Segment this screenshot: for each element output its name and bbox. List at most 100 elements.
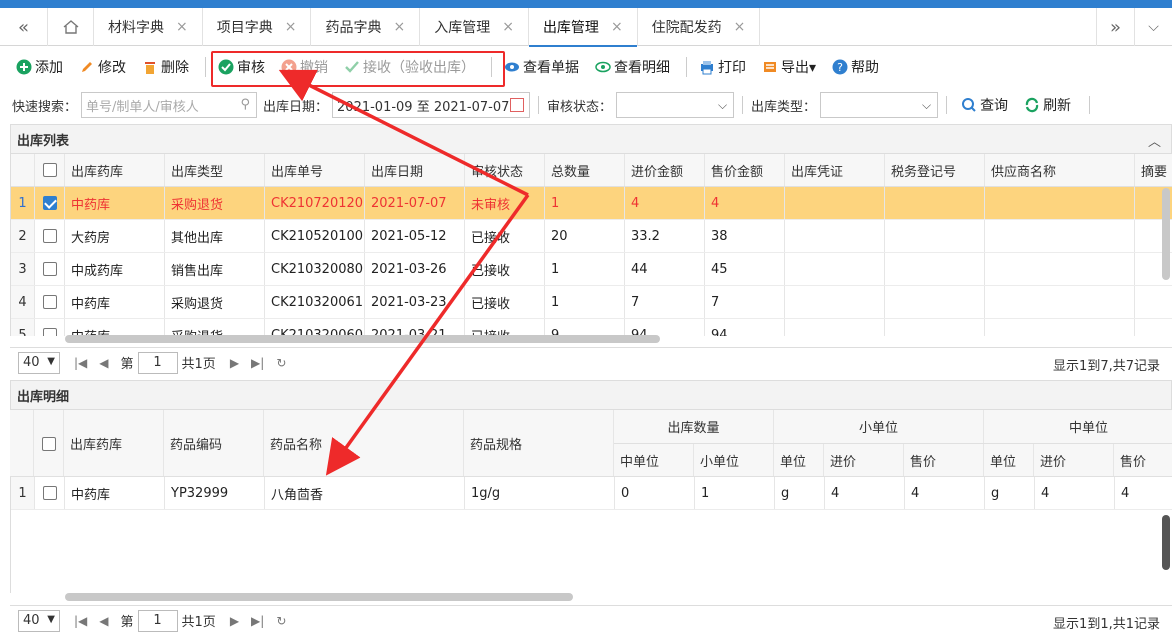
column-header[interactable]: 小单位 xyxy=(694,444,774,476)
close-icon[interactable]: × xyxy=(285,19,297,35)
horizontal-scrollbar[interactable] xyxy=(65,593,573,601)
next-page-icon[interactable]: ▶ xyxy=(230,356,239,370)
print-button[interactable]: 打印 xyxy=(693,52,752,82)
column-header[interactable]: 出库日期 xyxy=(365,154,465,186)
column-header[interactable]: 进价 xyxy=(824,444,904,476)
chevron-down-icon: ⌵ xyxy=(717,98,728,112)
tab-scroll-right-button[interactable]: » xyxy=(1096,8,1134,46)
date-range-input[interactable]: 2021-01-09 至 2021-07-07 xyxy=(332,92,531,118)
prev-page-icon[interactable]: ◀ xyxy=(99,356,108,370)
row-checkbox[interactable] xyxy=(35,187,65,219)
column-header[interactable]: 税务登记号 xyxy=(885,154,985,186)
select-all-checkbox[interactable] xyxy=(34,410,64,476)
column-header[interactable]: 供应商名称 xyxy=(985,154,1135,186)
eye-icon xyxy=(504,59,520,75)
list-pager: 40 ▼ |◀ ◀ 第 1 共1页 ▶ ▶| ↻ 显示1到7,共7记录 xyxy=(10,347,1172,377)
reload-icon[interactable]: ↻ xyxy=(276,356,286,370)
export-button[interactable]: 导出▾ xyxy=(756,52,822,82)
audit-status-select[interactable]: ⌵ xyxy=(616,92,735,118)
column-header[interactable]: 出库凭证 xyxy=(785,154,885,186)
column-header[interactable]: 进价金额 xyxy=(625,154,705,186)
page-number-input[interactable]: 1 xyxy=(137,351,178,374)
column-header[interactable]: 单位 xyxy=(774,444,824,476)
toolbar-divider xyxy=(205,57,206,77)
next-page-icon[interactable]: ▶ xyxy=(230,614,239,628)
tab-menu-button[interactable]: ⌵ xyxy=(1134,8,1172,46)
column-header[interactable]: 进价 xyxy=(1034,444,1114,476)
column-header[interactable]: 药品编码 xyxy=(164,410,264,476)
tab-project-dict[interactable]: 项目字典 × xyxy=(203,8,312,46)
page-size-select[interactable]: 40 ▼ xyxy=(18,609,60,632)
calendar-icon[interactable] xyxy=(510,98,525,112)
row-checkbox[interactable] xyxy=(35,477,65,509)
column-header[interactable]: 出库药库 xyxy=(65,154,165,186)
page-number-input[interactable]: 1 xyxy=(137,609,178,632)
close-icon[interactable]: × xyxy=(502,19,514,35)
refresh-button[interactable]: 刷新 xyxy=(1018,90,1077,120)
tab-bar: « 材料字典 × 项目字典 × 药品字典 × 入库管理 × 出库管理 × 住院配发药 × »… xyxy=(0,8,1172,47)
column-header[interactable]: 出库类型 xyxy=(165,154,265,186)
home-tab[interactable] xyxy=(48,8,94,46)
tab-material-dict[interactable]: 材料字典 × xyxy=(94,8,203,46)
add-button[interactable]: 添加 xyxy=(10,52,69,82)
help-button[interactable]: ? 帮助 xyxy=(826,52,885,82)
close-icon[interactable]: × xyxy=(393,19,405,35)
tab-inbound[interactable]: 入库管理 × xyxy=(420,8,529,46)
tab-scroll-left-button[interactable]: « xyxy=(0,8,48,46)
view-detail-button[interactable]: 查看明细 xyxy=(589,52,676,82)
column-header[interactable]: 售价金额 xyxy=(705,154,785,186)
table-row[interactable]: 1 中药库 YP32999 八角茴香 1g/g 0 1 g 4 4 g 4 4 xyxy=(11,477,1172,510)
search-icon[interactable]: ⚲ xyxy=(240,97,250,112)
row-checkbox[interactable] xyxy=(35,319,65,336)
view-document-button[interactable]: 查看单据 xyxy=(498,52,585,82)
first-page-icon[interactable]: |◀ xyxy=(74,614,87,628)
query-button[interactable]: 查询 xyxy=(955,90,1014,120)
table-row[interactable]: 5 中药库 采购退货 CK210320060 2021-03-21 已接收 9 … xyxy=(11,319,1172,336)
highlight-box xyxy=(211,51,505,87)
chevron-down-icon: ▼ xyxy=(47,613,55,625)
column-header[interactable]: 售价 xyxy=(904,444,984,476)
horizontal-scrollbar[interactable] xyxy=(65,335,660,343)
column-header[interactable]: 摘要 xyxy=(1135,154,1172,186)
prev-page-icon[interactable]: ◀ xyxy=(99,614,108,628)
tab-drug-dict[interactable]: 药品字典 × xyxy=(311,8,421,46)
column-header[interactable]: 出库药库 xyxy=(64,410,164,476)
tab-inpatient-dispense[interactable]: 住院配发药 × xyxy=(638,8,761,46)
first-page-icon[interactable]: |◀ xyxy=(74,356,87,370)
column-header[interactable]: 药品规格 xyxy=(464,410,614,476)
vertical-scrollbar[interactable] xyxy=(1162,188,1170,280)
column-header[interactable]: 出库单号 xyxy=(265,154,365,186)
close-icon[interactable]: × xyxy=(611,19,623,35)
row-checkbox[interactable] xyxy=(35,220,65,252)
column-header[interactable]: 中单位 xyxy=(614,444,694,476)
table-row[interactable]: 1 中药库 采购退货 CK210720120 2021-07-07 未审核 1 … xyxy=(11,187,1172,220)
table-row[interactable]: 2 大药房 其他出库 CK210520100 2021-05-12 已接收 20… xyxy=(11,220,1172,253)
refresh-icon xyxy=(1024,97,1040,113)
table-row[interactable]: 3 中成药库 销售出库 CK210320080 2021-03-26 已接收 1… xyxy=(11,253,1172,286)
select-all-checkbox[interactable] xyxy=(35,154,65,186)
column-header[interactable]: 审核状态 xyxy=(465,154,545,186)
edit-button[interactable]: 修改 xyxy=(73,52,132,82)
close-icon[interactable]: × xyxy=(734,19,746,35)
outbound-list-grid: 出库药库 出库类型 出库单号 出库日期 审核状态 总数量 进价金额 售价金额 出… xyxy=(10,154,1172,336)
collapse-icon[interactable]: ︿ xyxy=(1148,131,1161,150)
column-header[interactable]: 总数量 xyxy=(545,154,625,186)
delete-button[interactable]: 删除 xyxy=(136,52,195,82)
home-icon xyxy=(63,20,78,34)
table-row[interactable]: 4 中药库 采购退货 CK210320061 2021-03-23 已接收 1 … xyxy=(11,286,1172,319)
outbound-type-select[interactable]: ⌵ xyxy=(820,92,939,118)
last-page-icon[interactable]: ▶| xyxy=(251,614,264,628)
quick-search-input[interactable]: 单号/制单人/审核人 ⚲ xyxy=(81,92,258,118)
tab-outbound[interactable]: 出库管理 × xyxy=(528,8,638,47)
row-checkbox[interactable] xyxy=(35,253,65,285)
row-checkbox[interactable] xyxy=(35,286,65,318)
column-header[interactable]: 药品名称 xyxy=(264,410,464,476)
double-chevron-left-icon: « xyxy=(17,16,29,38)
column-header[interactable]: 单位 xyxy=(984,444,1034,476)
column-header[interactable]: 售价 xyxy=(1114,444,1172,476)
last-page-icon[interactable]: ▶| xyxy=(251,356,264,370)
reload-icon[interactable]: ↻ xyxy=(276,614,286,628)
close-icon[interactable]: × xyxy=(176,19,188,35)
vertical-scrollbar[interactable] xyxy=(1162,515,1170,570)
page-size-select[interactable]: 40 ▼ xyxy=(18,351,60,374)
